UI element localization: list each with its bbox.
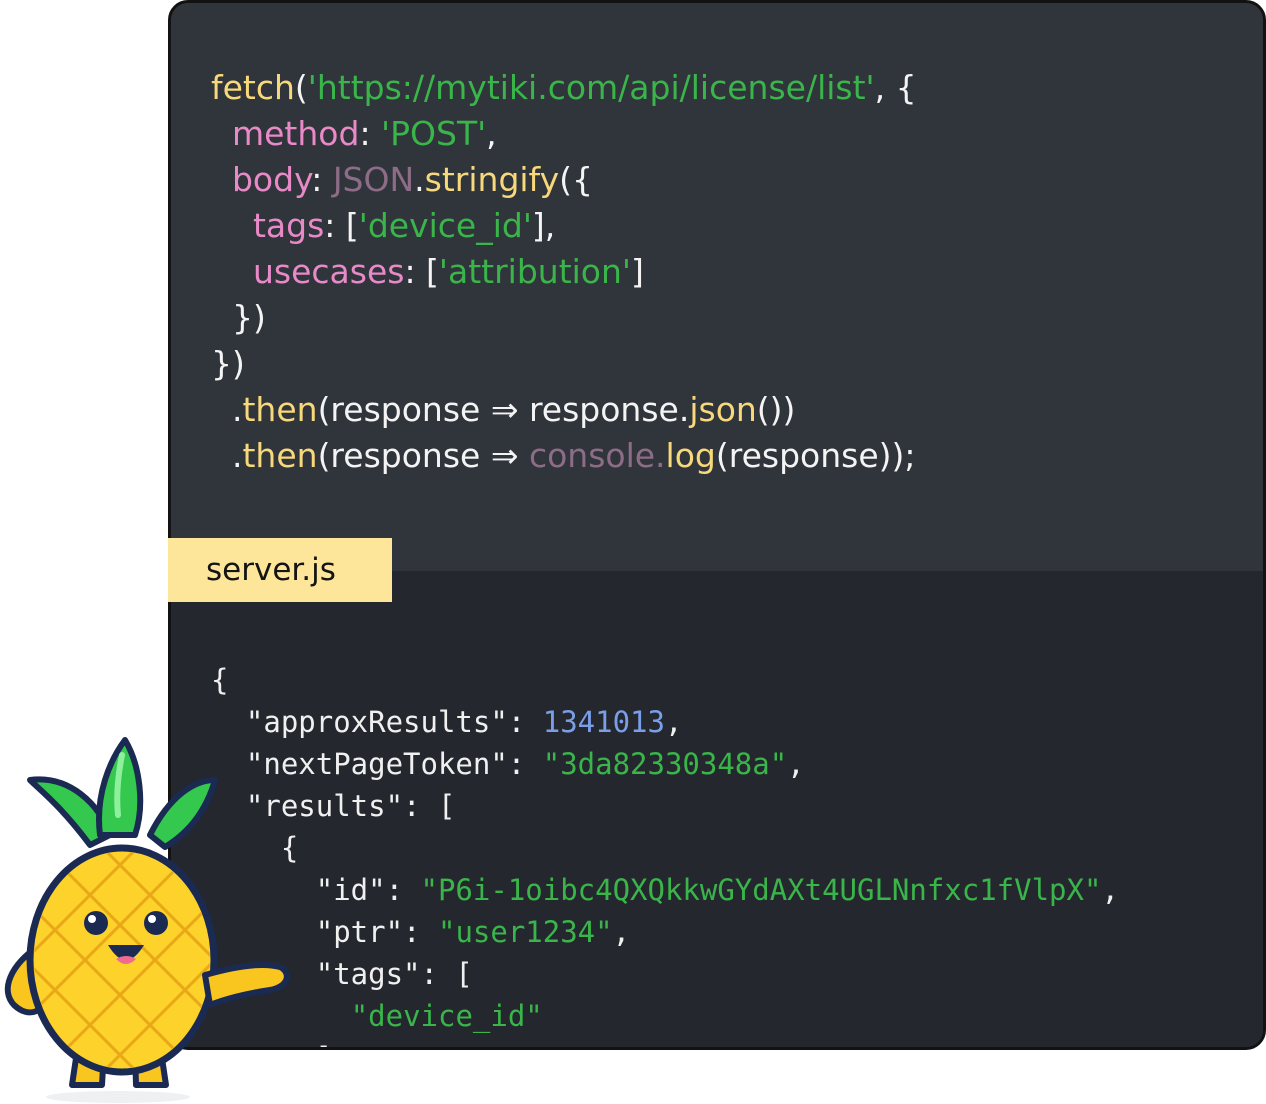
- request-code-line: }): [211, 295, 917, 341]
- code-token: json: [689, 390, 757, 429]
- response-code-line: "results": [: [211, 785, 1119, 827]
- request-code-line: .then(response ⇒ response.json()): [211, 387, 917, 433]
- code-token: "user1234": [437, 915, 613, 949]
- code-token: 1341013: [542, 705, 665, 739]
- code-token: }): [211, 298, 266, 337]
- response-code-line: {: [211, 827, 1119, 869]
- response-code-panel: { "approxResults": 1341013, "nextPageTok…: [171, 571, 1263, 1047]
- response-code-line: "approxResults": 1341013,: [211, 701, 1119, 743]
- code-token: ,: [1101, 873, 1119, 907]
- pineapple-mascot-icon: [4, 737, 290, 1103]
- response-code-line: "tags": [: [211, 953, 1119, 995]
- code-token: then: [242, 436, 318, 475]
- code-token: log: [665, 436, 716, 475]
- code-token: "P6i-1oibc4QXQkkwGYdAXt4UGLNnfxc1fVlpX": [420, 873, 1102, 907]
- code-token: (: [294, 68, 308, 107]
- code-token: method: [231, 114, 360, 153]
- code-card: fetch('https://mytiki.com/api/license/li…: [168, 0, 1266, 1050]
- code-token: ]: [630, 252, 644, 291]
- code-token: ({: [559, 160, 593, 199]
- code-token: ,: [664, 705, 683, 739]
- request-code-line: .then(response ⇒ console.log(response));: [211, 433, 917, 479]
- code-token: usecases: [252, 252, 405, 291]
- code-token: "3da82330348a": [542, 747, 788, 781]
- request-code-line: body: JSON.stringify({: [211, 157, 917, 203]
- request-code-line: method: 'POST',: [211, 111, 917, 157]
- code-token: .: [211, 436, 243, 475]
- code-token: 'POST': [381, 114, 487, 153]
- response-code-line: {: [211, 659, 1119, 701]
- code-token: :: [359, 114, 382, 153]
- file-tab-label: server.js: [206, 552, 336, 588]
- code-token: (response));: [715, 436, 916, 475]
- code-token: ,: [612, 915, 631, 949]
- code-token: ,: [787, 747, 805, 781]
- request-code-line: }): [211, 341, 917, 387]
- request-code-line: fetch('https://mytiki.com/api/license/li…: [211, 65, 917, 111]
- request-code-block: fetch('https://mytiki.com/api/license/li…: [211, 65, 917, 479]
- code-token: .: [414, 160, 425, 199]
- code-token: ],: [531, 206, 556, 245]
- code-token: (response ⇒ response.: [317, 390, 690, 429]
- code-token: ,: [486, 114, 497, 153]
- response-code-line: "id": "P6i-1oibc4QXQkkwGYdAXt4UGLNnfxc1f…: [211, 869, 1119, 911]
- request-code-line: tags: ['device_id'],: [211, 203, 917, 249]
- code-token: tags: [252, 206, 325, 245]
- code-token: : [: [404, 252, 439, 291]
- code-token: JSON: [332, 160, 415, 199]
- file-tab-server-js[interactable]: server.js: [168, 538, 392, 602]
- code-token: ()): [756, 390, 796, 429]
- code-token: }): [211, 344, 245, 383]
- response-code-line: "nextPageToken": "3da82330348a",: [211, 743, 1119, 785]
- code-token: body: [231, 160, 312, 199]
- code-token: "approxResults":: [211, 705, 543, 739]
- code-token: "device_id": [350, 999, 543, 1033]
- code-token: 'https://mytiki.com/api/license/list': [307, 68, 875, 107]
- code-token: , {: [874, 68, 917, 107]
- code-token: stringify: [424, 160, 560, 199]
- code-token: fetch: [211, 68, 295, 107]
- code-token: {: [211, 663, 229, 697]
- response-code-line: ]: [211, 1037, 1119, 1047]
- code-token: 'attribution': [438, 252, 631, 291]
- code-token: (response ⇒: [317, 436, 529, 475]
- code-token: .: [211, 390, 243, 429]
- code-token: console.: [528, 436, 666, 475]
- request-code-panel: fetch('https://mytiki.com/api/license/li…: [171, 3, 1263, 571]
- code-token: : [: [324, 206, 359, 245]
- code-token: then: [242, 390, 318, 429]
- request-code-line: usecases: ['attribution']: [211, 249, 917, 295]
- code-token: 'device_id': [358, 206, 532, 245]
- response-code-line: "ptr": "user1234",: [211, 911, 1119, 953]
- code-token: :: [311, 160, 333, 199]
- response-code-block: { "approxResults": 1341013, "nextPageTok…: [211, 659, 1119, 1047]
- response-code-line: "device_id": [211, 995, 1119, 1037]
